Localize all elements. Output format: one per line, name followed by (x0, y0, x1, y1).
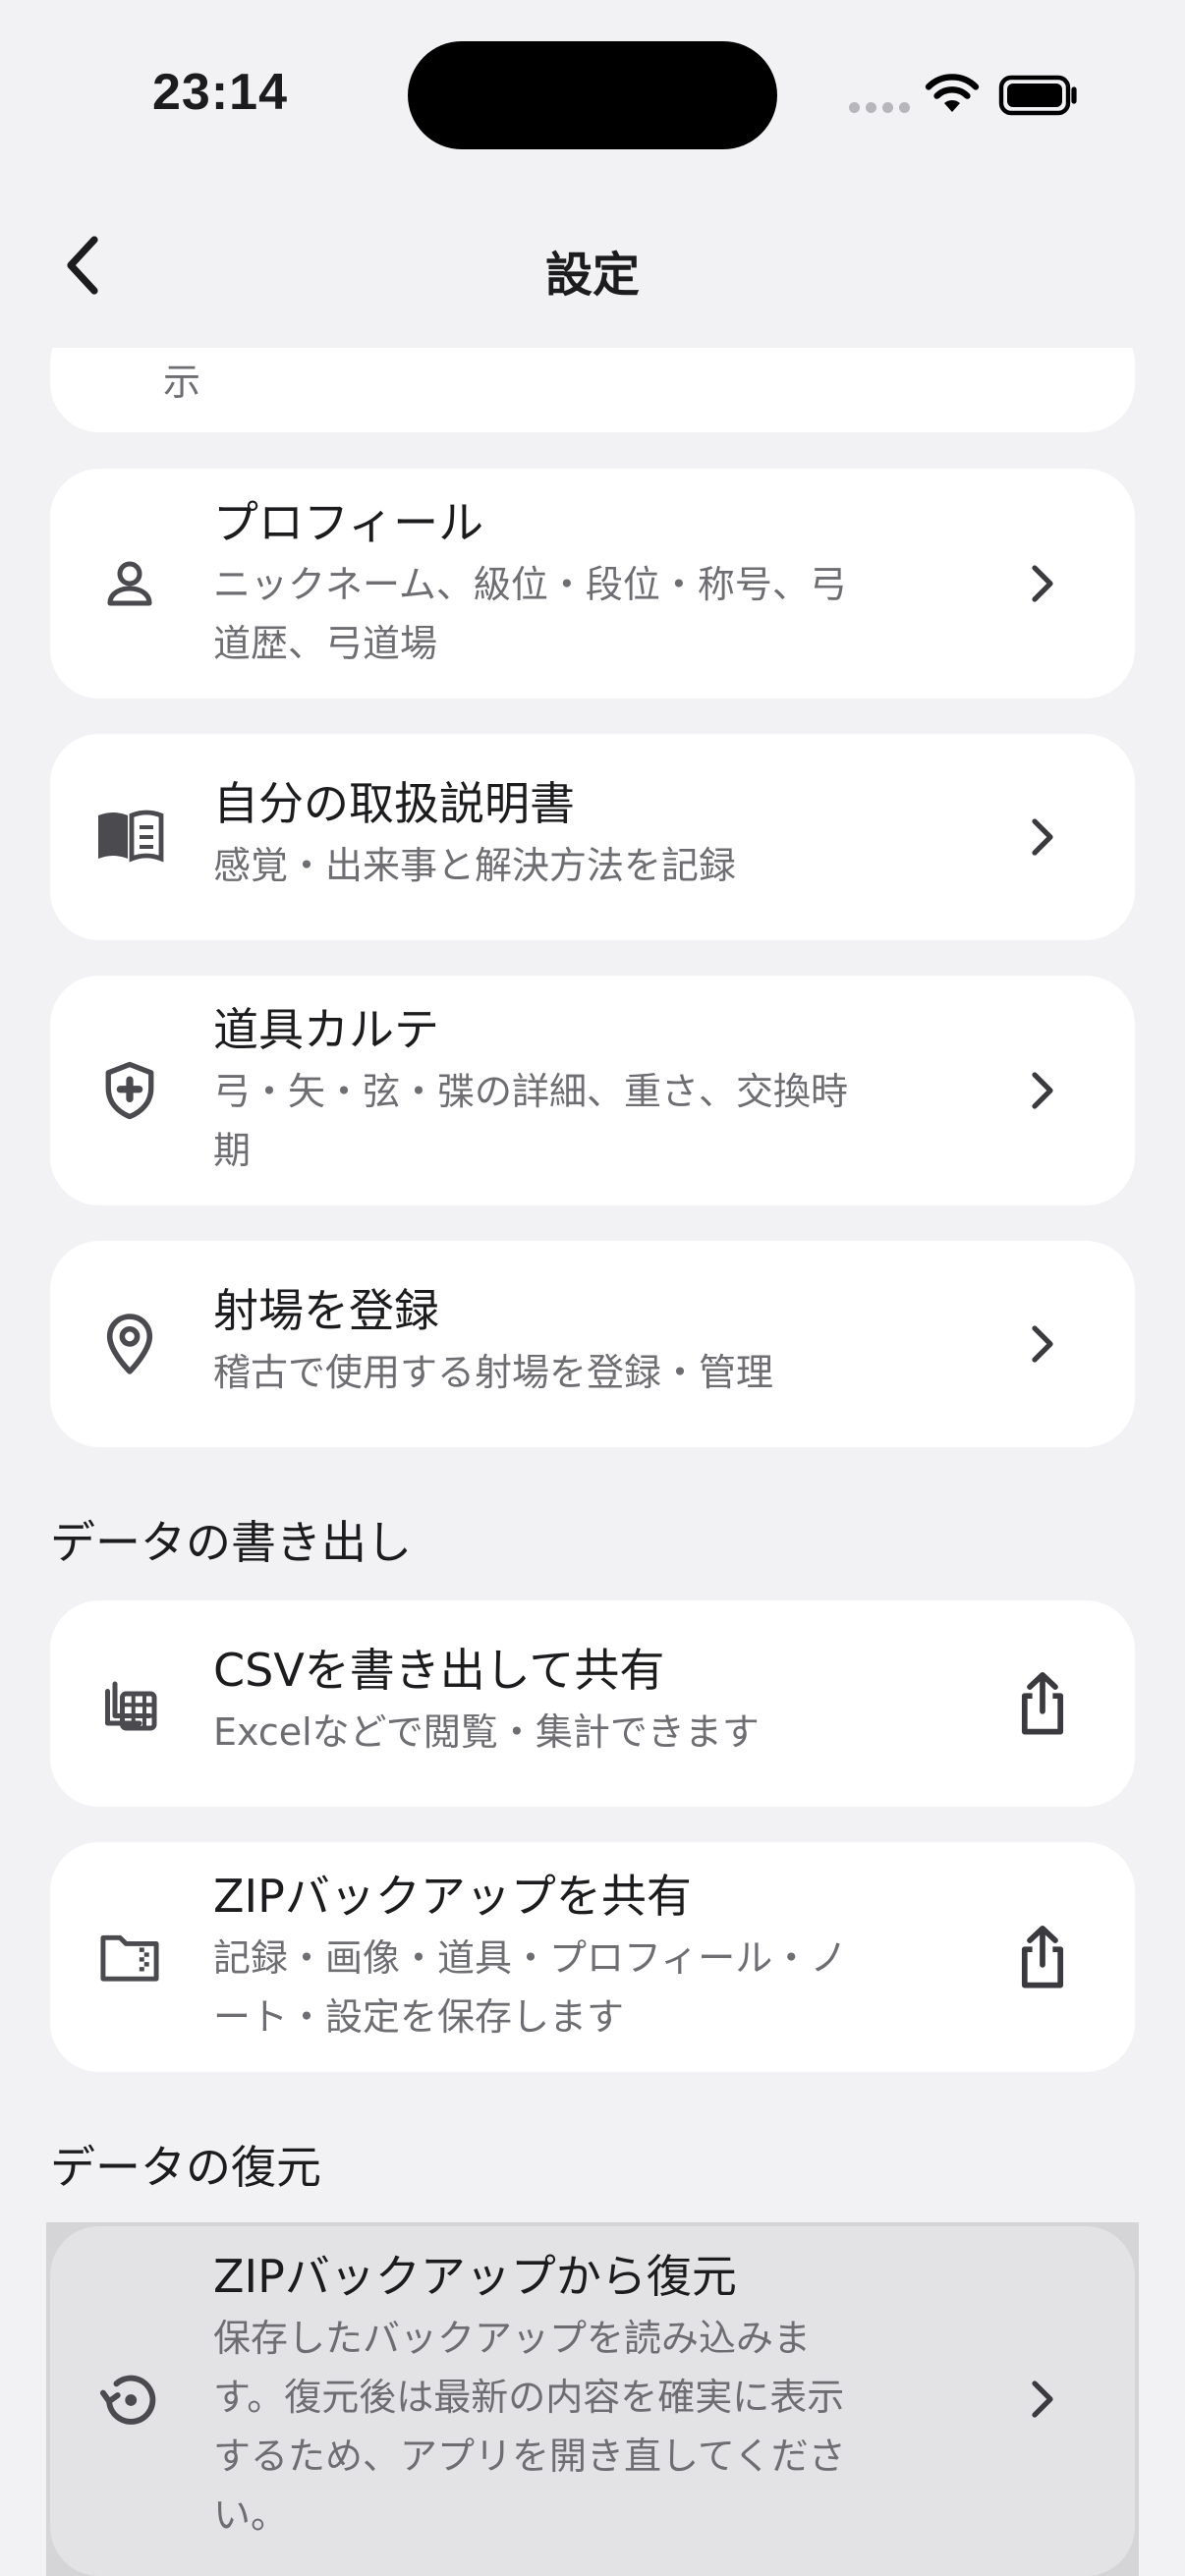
book-icon (89, 797, 170, 877)
restore-item-title: ZIPバックアップから復元 (213, 2250, 737, 2303)
navigation-bar: 設定 (0, 187, 1185, 348)
settings-item-title: プロフィール (213, 496, 484, 549)
settings-item-profile[interactable]: プロフィール ニックネーム、級位・段位・称号、弓 道歴、弓道場 (50, 469, 1135, 699)
settings-item-title: 自分の取扱説明書 (213, 777, 575, 830)
settings-item-subtitle: ニックネーム、級位・段位・称号、弓 道歴、弓道場 (213, 563, 847, 665)
settings-item-subtitle: 感覚・出来事と解決方法を記録 (213, 844, 737, 887)
restore-item-subtitle: 保存したバックアップを読み込みま す。復元後は最新の内容を確実に表示 するため、… (213, 2317, 846, 2537)
export-item-subtitle: 記録・画像・道具・プロフィール・ノ ート・設定を保存します (213, 1936, 848, 2039)
settings-item-subtitle: 弓・矢・弦・弽の詳細、重さ、交換時 期 (213, 1070, 849, 1172)
settings-item-equipment[interactable]: 道具カルテ 弓・矢・弦・弽の詳細、重さ、交換時 期 (50, 976, 1135, 1205)
restore-zip-item[interactable]: ZIPバックアップから復元 保存したバックアップを読み込みま す。復元後は最新の… (50, 2226, 1135, 2576)
chevron-right-icon (1013, 1305, 1072, 1383)
section-header-export: データの書き出し (50, 1516, 412, 1569)
export-item-title: CSVを書き出して共有 (213, 1644, 665, 1697)
zip-folder-icon (89, 1917, 170, 1997)
status-time: 23:14 (152, 64, 288, 121)
location-pin-icon (89, 1304, 170, 1384)
section-header-restore: データの復元 (50, 2141, 321, 2194)
chevron-right-icon (1013, 798, 1072, 876)
wifi-icon (924, 73, 981, 118)
settings-item-subtitle: 稽古で使用する射場を登録・管理 (213, 1351, 774, 1394)
settings-item-range[interactable]: 射場を登録 稽古で使用する射場を登録・管理 (50, 1241, 1135, 1447)
page-title: 設定 (544, 248, 640, 303)
shield-icon (89, 1050, 170, 1131)
status-bar: 23:14 (0, 0, 1185, 187)
settings-content: 示 プロフィール ニックネーム、級位・段位・称号、弓 道歴、弓道場 自分の取扱説… (0, 0, 1185, 2576)
dynamic-island (408, 41, 777, 149)
chevron-right-icon (1013, 2360, 1072, 2438)
export-item-title: ZIPバックアップを共有 (213, 1870, 692, 1923)
share-icon (1013, 1913, 1072, 2001)
export-zip-item[interactable]: ZIPバックアップを共有 記録・画像・道具・プロフィール・ノ ート・設定を保存し… (50, 1842, 1135, 2072)
export-csv-item[interactable]: CSVを書き出して共有 Excelなどで閲覧・集計できます (50, 1600, 1135, 1807)
restore-icon (89, 2360, 170, 2440)
chevron-right-icon (1013, 544, 1072, 623)
settings-item-manual[interactable]: 自分の取扱説明書 感覚・出来事と解決方法を記録 (50, 734, 1135, 940)
settings-item-title: 射場を登録 (213, 1284, 439, 1337)
person-icon (89, 543, 170, 624)
cellular-signal-icon (849, 102, 910, 113)
settings-item-title: 道具カルテ (213, 1003, 439, 1056)
spreadsheet-icon (89, 1663, 170, 1744)
chevron-right-icon (1013, 1051, 1072, 1130)
export-item-subtitle: Excelなどで閲覧・集計できます (213, 1710, 760, 1754)
battery-icon (998, 75, 1081, 120)
share-icon (1013, 1659, 1072, 1748)
partial-card-subtitle: 示 (163, 361, 201, 404)
